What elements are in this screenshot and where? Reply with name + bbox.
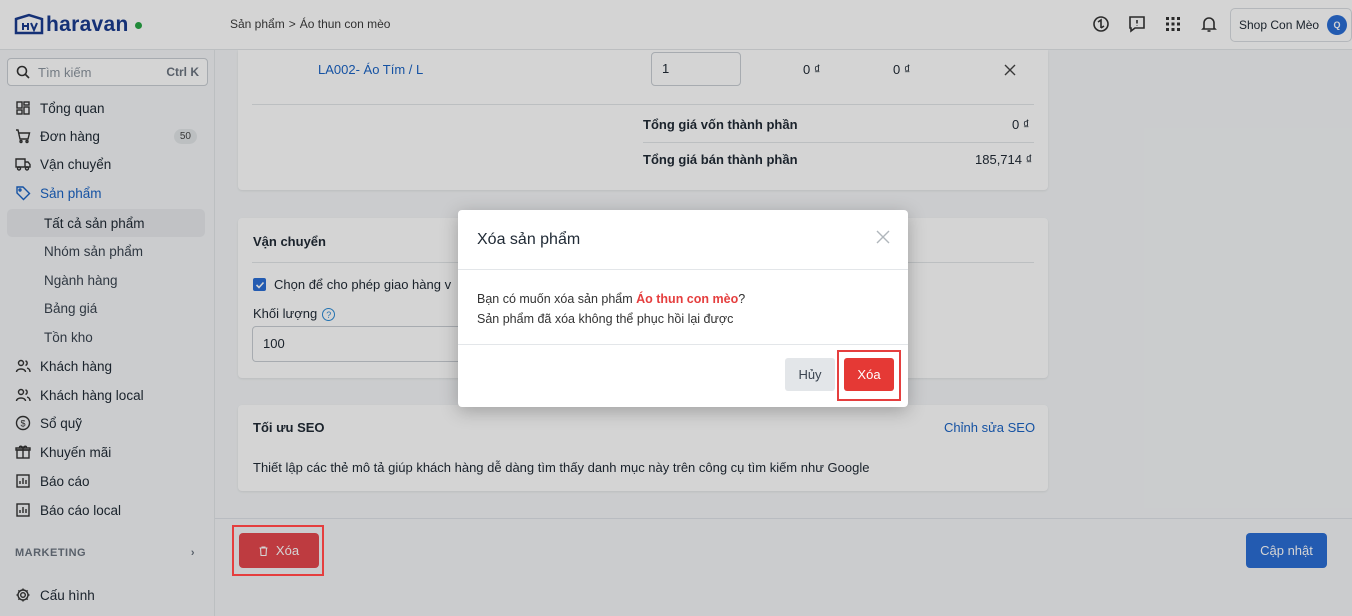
close-icon[interactable] (876, 230, 890, 244)
cancel-button[interactable]: Hủy (785, 358, 835, 391)
modal-question-suffix: ? (738, 292, 746, 306)
modal-title: Xóa sản phẩm (477, 231, 581, 248)
modal-warning: Sản phẩm đã xóa không thể phục hồi lại đ… (477, 312, 734, 326)
modal-question-prefix: Bạn có muốn xóa sản phẩm (477, 292, 637, 306)
modal-footer-divider (458, 344, 908, 345)
modal-body: Bạn có muốn xóa sản phẩm Áo thun con mèo… (477, 289, 745, 329)
highlight-frame-delete (232, 525, 324, 576)
highlight-frame-confirm (837, 350, 901, 401)
modal-product-name: Áo thun con mèo (636, 292, 739, 306)
modal-question: Bạn có muốn xóa sản phẩm Áo thun con mèo… (477, 289, 745, 309)
modal-header: Xóa sản phẩm (458, 210, 908, 270)
